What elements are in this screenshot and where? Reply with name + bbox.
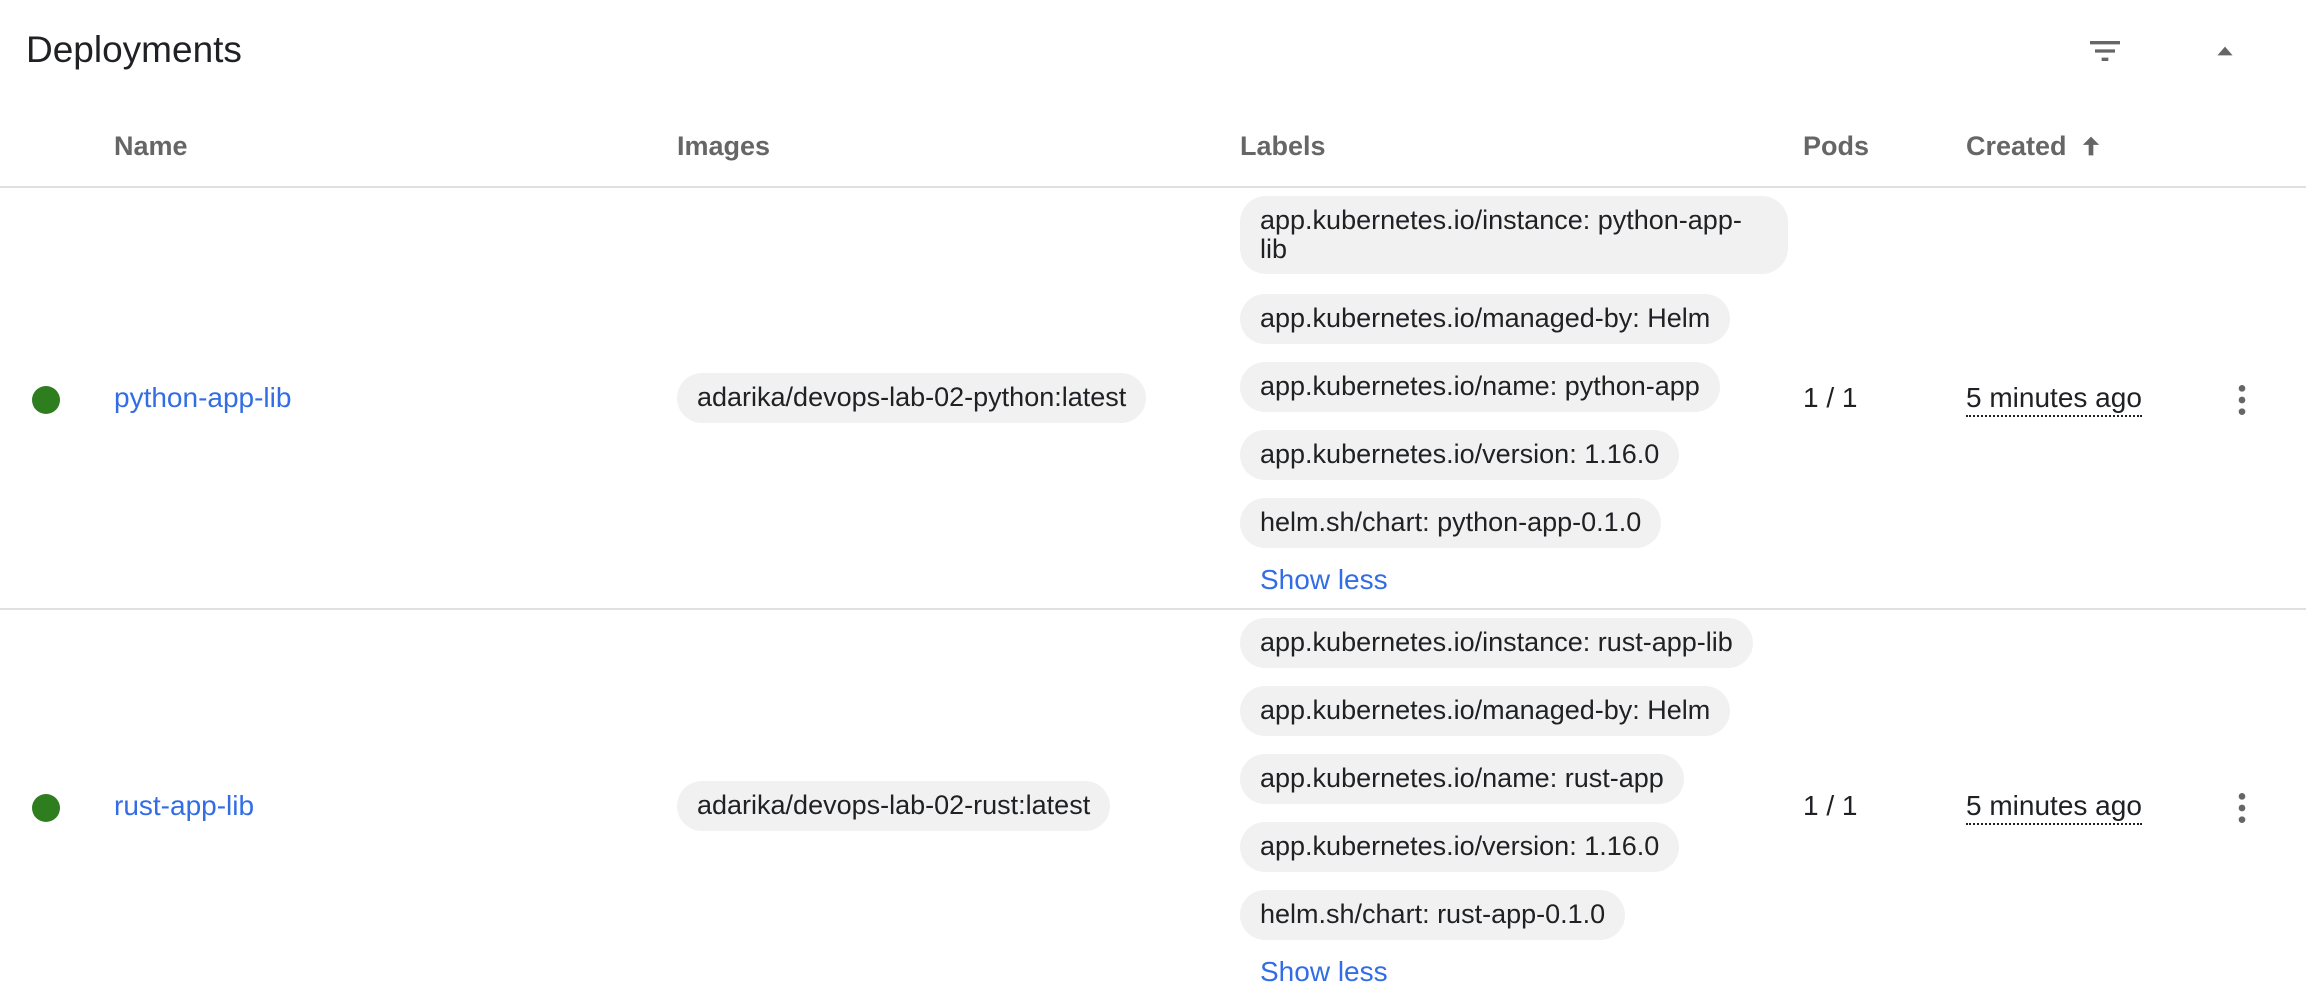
- created-time: 5 minutes ago: [1966, 381, 2142, 417]
- image-chip: adarika/devops-lab-02-python:latest: [677, 373, 1147, 423]
- label-chip: helm.sh/chart: rust-app-0.1.0: [1240, 890, 1626, 940]
- label-chip: helm.sh/chart: python-app-0.1.0: [1240, 498, 1662, 548]
- label-chip: app.kubernetes.io/managed-by: Helm: [1240, 294, 1731, 344]
- label-chip: app.kubernetes.io/managed-by: Helm: [1240, 686, 1731, 736]
- card-header: Deployments: [0, 0, 2306, 100]
- arrow-upward-icon: [2082, 136, 2099, 156]
- more-vert-icon: [2238, 385, 2246, 415]
- more-vert-icon: [2238, 793, 2246, 823]
- label-chip: app.kubernetes.io/instance: python-app-l…: [1240, 196, 1788, 274]
- label-chip: app.kubernetes.io/version: 1.16.0: [1240, 430, 1680, 480]
- column-header-created-label: Created: [1966, 131, 2067, 161]
- deployment-name-link[interactable]: python-app-lib: [114, 378, 291, 418]
- table-row: python-app-lib adarika/devops-lab-02-pyt…: [0, 188, 2306, 608]
- label-chip: app.kubernetes.io/version: 1.16.0: [1240, 822, 1680, 872]
- row-actions-button[interactable]: [2214, 372, 2270, 428]
- pods-count: 1 / 1: [1803, 790, 1858, 821]
- deployments-card: Deployments Name Images Labels Pods Crea…: [0, 0, 2306, 1000]
- show-less-link[interactable]: Show less: [1260, 952, 1388, 992]
- column-header-name[interactable]: Name: [114, 126, 188, 166]
- status-running-icon: [32, 386, 60, 414]
- label-chip: app.kubernetes.io/name: python-app: [1240, 362, 1720, 412]
- deployment-name-link[interactable]: rust-app-lib: [114, 786, 254, 826]
- filter-button[interactable]: [2077, 23, 2133, 79]
- row-actions-button[interactable]: [2214, 780, 2270, 836]
- expand-less-icon: [2217, 46, 2233, 56]
- column-header-pods: Pods: [1803, 131, 1870, 161]
- column-header-labels: Labels: [1240, 131, 1326, 161]
- created-time: 5 minutes ago: [1966, 789, 2142, 825]
- label-chip: app.kubernetes.io/instance: rust-app-lib: [1240, 618, 1753, 668]
- label-chip: app.kubernetes.io/name: rust-app: [1240, 754, 1684, 804]
- status-running-icon: [32, 794, 60, 822]
- image-chip: adarika/devops-lab-02-rust:latest: [677, 781, 1111, 831]
- show-less-link[interactable]: Show less: [1260, 560, 1388, 600]
- collapse-button[interactable]: [2197, 23, 2253, 79]
- card-title: Deployments: [26, 29, 242, 70]
- table-row: rust-app-lib adarika/devops-lab-02-rust:…: [0, 610, 2306, 1000]
- filter-list-icon: [2090, 41, 2120, 61]
- column-header-images: Images: [677, 131, 771, 161]
- pods-count: 1 / 1: [1803, 382, 1858, 413]
- column-header-created[interactable]: Created: [1966, 126, 2105, 166]
